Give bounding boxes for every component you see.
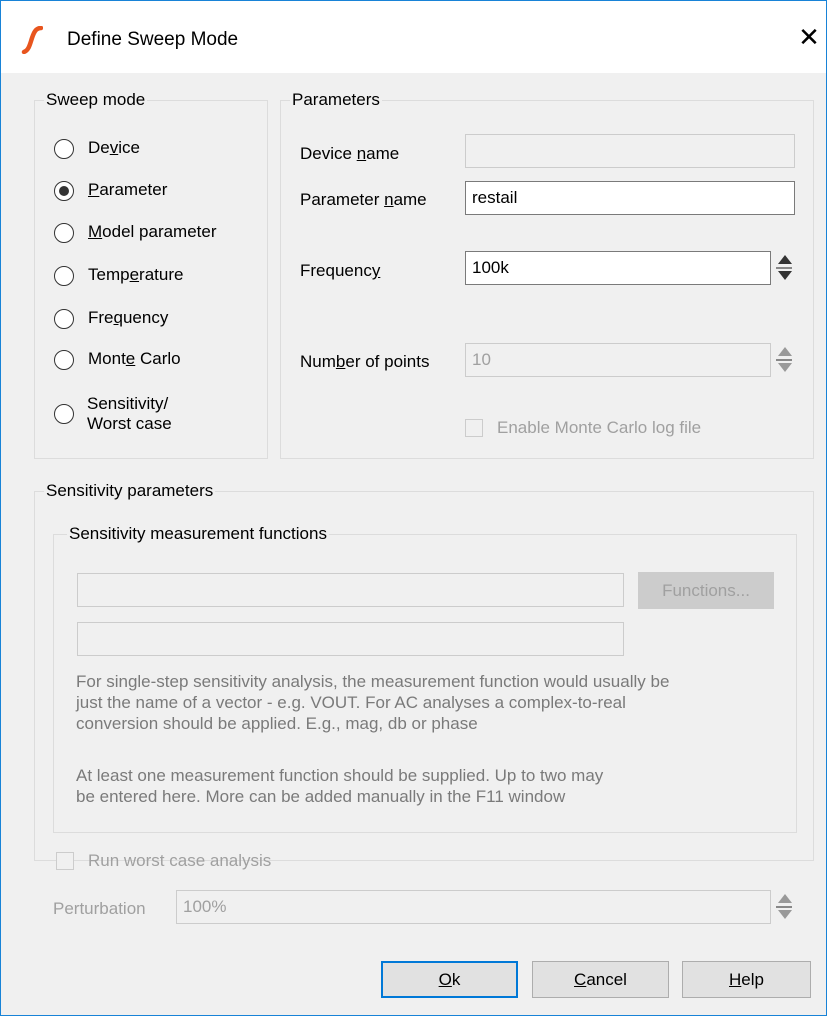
spin-down-icon[interactable] <box>778 271 792 280</box>
sensitivity-help-text-1: For single-step sensitivity analysis, th… <box>76 672 670 733</box>
sweep-mode-legend: Sweep mode <box>44 90 148 110</box>
frequency-field[interactable]: 100k <box>465 251 771 285</box>
radio-label-model-parameter: Model parameter <box>88 222 217 241</box>
spin-down-icon[interactable] <box>778 910 792 919</box>
frequency-label: Frequency <box>300 261 381 280</box>
parameter-name-field[interactable]: restail <box>465 181 795 215</box>
spin-divider <box>776 906 792 908</box>
parameter-name-label: Parameter name <box>300 190 427 209</box>
measurement-function-2-field[interactable] <box>77 622 624 656</box>
cancel-button[interactable]: Cancel <box>532 961 669 998</box>
radio-model-parameter[interactable] <box>54 223 74 243</box>
spin-down-icon[interactable] <box>778 363 792 372</box>
close-icon[interactable]: ✕ <box>791 19 827 55</box>
radio-frequency[interactable] <box>54 309 74 329</box>
spin-divider <box>776 359 792 361</box>
spin-up-icon[interactable] <box>778 894 792 903</box>
radio-label-frequency: Frequency <box>88 308 169 327</box>
worst-case-checkbox[interactable] <box>56 852 74 870</box>
dialog-window: Define Sweep Mode ✕ Sweep mode Device Pa… <box>0 0 827 1016</box>
spin-up-icon[interactable] <box>778 255 792 264</box>
window-title: Define Sweep Mode <box>67 29 239 50</box>
sensitivity-parameters-legend: Sensitivity parameters <box>44 481 216 501</box>
worst-case-label: Run worst case analysis <box>88 851 272 870</box>
monte-carlo-log-label: Enable Monte Carlo log file <box>497 418 702 437</box>
spin-up-icon[interactable] <box>778 347 792 356</box>
number-of-points-spinner[interactable] <box>776 343 792 377</box>
monte-carlo-log-checkbox[interactable] <box>465 419 483 437</box>
radio-label-monte-carlo: Monte Carlo <box>88 349 181 368</box>
radio-device[interactable] <box>54 139 74 159</box>
number-of-points-label: Number of points <box>300 352 430 371</box>
device-name-field[interactable] <box>465 134 795 168</box>
perturbation-label: Perturbation <box>53 899 146 918</box>
spin-divider <box>776 267 792 269</box>
app-logo-icon <box>21 26 43 54</box>
radio-temperature[interactable] <box>54 266 74 286</box>
parameters-legend: Parameters <box>290 90 382 110</box>
ok-button[interactable]: Ok <box>381 961 518 998</box>
title-bar: Define Sweep Mode ✕ <box>1 1 826 73</box>
functions-button[interactable]: Functions... <box>638 572 774 609</box>
number-of-points-field[interactable]: 10 <box>465 343 771 377</box>
device-name-label: Device name <box>300 144 400 163</box>
radio-sensitivity[interactable] <box>54 404 74 424</box>
measurement-functions-legend: Sensitivity measurement functions <box>67 524 329 544</box>
radio-label-sensitivity: Sensitivity/ Worst case <box>87 394 172 433</box>
help-button[interactable]: Help <box>682 961 811 998</box>
frequency-spinner[interactable] <box>776 251 792 285</box>
radio-label-device: Device <box>88 138 140 157</box>
radio-label-temperature: Temperature <box>88 265 184 284</box>
radio-monte-carlo[interactable] <box>54 350 74 370</box>
measurement-function-1-field[interactable] <box>77 573 624 607</box>
perturbation-field[interactable]: 100% <box>176 890 771 924</box>
radio-parameter[interactable] <box>54 181 74 201</box>
perturbation-spinner[interactable] <box>776 890 792 924</box>
radio-label-parameter: Parameter <box>88 180 168 199</box>
sensitivity-help-text-2: At least one measurement function should… <box>76 766 604 806</box>
